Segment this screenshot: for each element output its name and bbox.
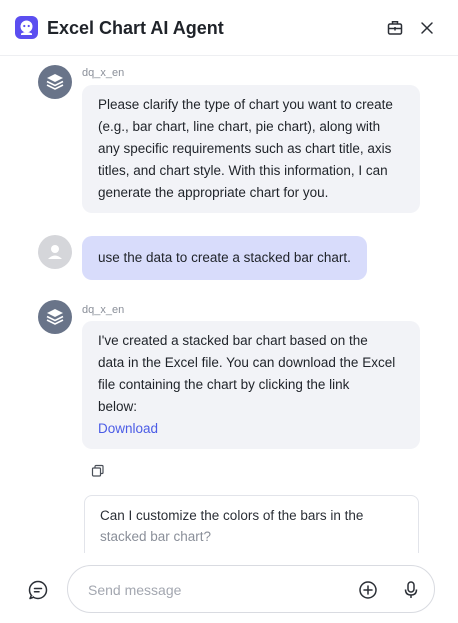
bot-message: I've created a stacked bar chart based o… — [82, 321, 420, 449]
message-line: below: — [98, 399, 138, 414]
chat-bubble-plus-icon — [28, 580, 48, 600]
bot-message: Please clarify the type of chart you wan… — [82, 85, 420, 213]
voice-input-button[interactable] — [400, 579, 422, 601]
toolbox-icon — [387, 21, 403, 35]
layers-icon — [46, 309, 64, 325]
suggestion-line: Can I customize the colors of the bars i… — [100, 508, 364, 523]
plus-circle-icon — [359, 581, 377, 599]
copy-button[interactable] — [91, 464, 105, 478]
message-input[interactable] — [88, 579, 338, 601]
message-composer — [67, 565, 435, 613]
bot-avatar — [38, 300, 72, 334]
message-line: file containing the chart by clicking th… — [98, 377, 350, 392]
suggestion-line: stacked bar chart? — [100, 529, 212, 544]
message-line: generate the appropriate chart for you. — [98, 185, 329, 200]
chat-header: Excel Chart AI Agent — [0, 0, 458, 56]
suggested-question[interactable]: Can I customize the colors of the bars i… — [84, 495, 419, 553]
sender-name: dq_x_en — [82, 304, 125, 316]
chat-area: dq_x_en Please clarify the type of chart… — [0, 57, 458, 553]
message-line: I've created a stacked bar chart based o… — [98, 333, 368, 348]
page-title: Excel Chart AI Agent — [47, 18, 224, 38]
message-line: data in the Excel file. You can download… — [98, 355, 396, 370]
user-avatar — [38, 235, 72, 269]
copy-icon — [91, 464, 104, 477]
person-icon — [48, 245, 62, 259]
close-button[interactable] — [416, 17, 438, 39]
download-link[interactable]: Download — [98, 421, 158, 436]
message-line: titles, and chart style. With this infor… — [98, 163, 388, 178]
toolbox-button[interactable] — [384, 17, 406, 39]
attach-button[interactable] — [357, 579, 379, 601]
message-line: any specific requirements such as chart … — [98, 141, 392, 156]
message-line: Please clarify the type of chart you wan… — [98, 97, 393, 112]
user-message: use the data to create a stacked bar cha… — [82, 236, 367, 280]
sender-name: dq_x_en — [82, 67, 125, 79]
layers-icon — [46, 74, 64, 90]
close-icon — [421, 22, 433, 34]
robot-face-icon — [15, 16, 38, 39]
message-line: (e.g., bar chart, line chart, pie chart)… — [98, 119, 381, 134]
bot-avatar — [38, 65, 72, 99]
new-chat-button[interactable] — [26, 578, 50, 602]
microphone-icon — [404, 581, 418, 598]
